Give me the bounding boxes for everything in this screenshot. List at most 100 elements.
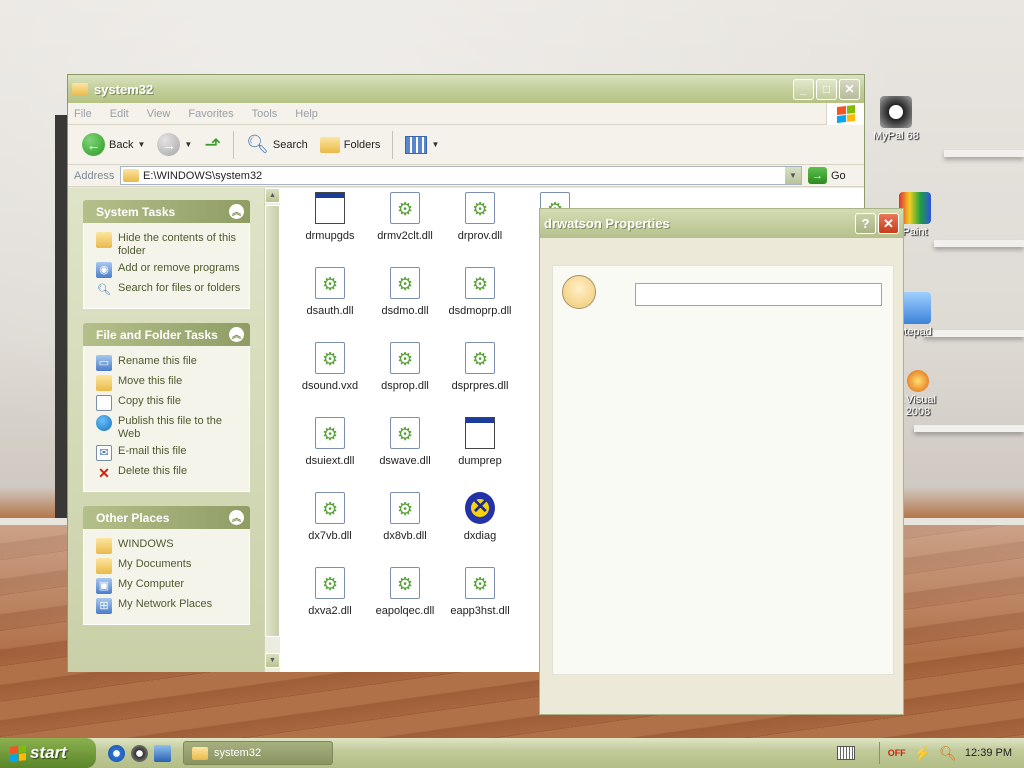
- file-item[interactable]: drmupgds: [292, 192, 368, 242]
- file-label: eapp3hst.dll: [450, 605, 510, 617]
- task-hide-contents[interactable]: Hide the contents of this folder: [96, 232, 245, 258]
- menu-edit[interactable]: Edit: [110, 108, 129, 120]
- file-item[interactable]: dsprpres.dll: [442, 342, 518, 392]
- folders-button[interactable]: Folders: [316, 129, 385, 161]
- chevron-down-icon[interactable]: ▼: [137, 140, 145, 149]
- keyboard-icon[interactable]: [836, 746, 855, 760]
- file-folder-tasks-header[interactable]: File and Folder Tasks ︽: [83, 323, 250, 346]
- file-label: eapolqec.dll: [375, 605, 435, 617]
- file-item[interactable]: dsauth.dll: [292, 267, 368, 317]
- search-button[interactable]: 🔍︎ Search: [242, 129, 312, 161]
- scroll-down-icon[interactable]: ▼: [265, 653, 280, 668]
- menu-favorites[interactable]: Favorites: [188, 108, 233, 120]
- up-button[interactable]: ⬏: [200, 129, 225, 161]
- desktop-icon-mypal[interactable]: MyPal 68: [860, 96, 932, 142]
- task-email-file[interactable]: ✉ E-mail this file: [96, 445, 245, 461]
- task-add-remove-programs[interactable]: ◉ Add or remove programs: [96, 262, 245, 278]
- file-label: dxdiag: [463, 530, 497, 542]
- chevron-down-icon[interactable]: ▼: [785, 167, 801, 184]
- toolbar-separator: [233, 130, 235, 159]
- file-item[interactable]: drprov.dll: [442, 192, 518, 242]
- back-button[interactable]: ← Back ▼: [78, 129, 149, 161]
- system-tasks-header[interactable]: System Tasks ︽: [83, 200, 250, 223]
- dialog-title-bar[interactable]: drwatson Properties ? ✕: [540, 209, 903, 238]
- file-item[interactable]: dsdmo.dll: [367, 267, 443, 317]
- other-places-header[interactable]: Other Places ︽: [83, 506, 250, 529]
- mypal-icon[interactable]: [131, 744, 148, 762]
- menu-tools[interactable]: Tools: [252, 108, 278, 120]
- desktop-icon-label: Paint: [902, 226, 928, 238]
- file-item[interactable]: dx8vb.dll: [367, 492, 443, 542]
- place-windows[interactable]: WINDOWS: [96, 538, 245, 554]
- task-publish-web[interactable]: Publish this file to the Web: [96, 415, 245, 441]
- file-item[interactable]: dsdmoprp.dll: [442, 267, 518, 317]
- task-delete-file[interactable]: ✕ Delete this file: [96, 465, 245, 481]
- folder-icon: [123, 169, 139, 182]
- desktop-icon-label: MyPal 68: [873, 130, 919, 142]
- search-tray-icon[interactable]: 🔍︎: [939, 745, 957, 762]
- mypal-icon: [880, 96, 912, 128]
- file-item[interactable]: dxva2.dll: [292, 567, 368, 617]
- address-input[interactable]: E:\WINDOWS\system32 ▼: [120, 166, 802, 185]
- place-label: WINDOWS: [118, 538, 174, 550]
- collapse-chevron-icon[interactable]: ︽: [229, 327, 244, 342]
- menu-help[interactable]: Help: [295, 108, 318, 120]
- task-rename-file[interactable]: ▭ Rename this file: [96, 355, 245, 371]
- start-button[interactable]: start: [0, 738, 96, 768]
- task-pane-scrollbar[interactable]: ▲ ▼: [264, 188, 280, 672]
- dll-file-icon: [315, 267, 345, 299]
- tray-divider: [878, 742, 880, 764]
- visual-studio-icon: [907, 370, 929, 392]
- place-my-network[interactable]: ⊞ My Network Places: [96, 598, 245, 614]
- folders-label: Folders: [343, 138, 381, 151]
- task-search-files[interactable]: 🔍︎ Search for files or folders: [96, 282, 245, 298]
- go-button[interactable]: → Go: [808, 167, 846, 184]
- tray-off-indicator[interactable]: OFF: [888, 748, 906, 758]
- task-label: Hide the contents of this folder: [118, 232, 237, 257]
- address-label: Address: [74, 169, 115, 182]
- help-button[interactable]: ?: [855, 213, 876, 234]
- place-label: My Network Places: [118, 598, 213, 610]
- collapse-chevron-icon[interactable]: ︽: [229, 510, 244, 525]
- file-item[interactable]: dswave.dll: [367, 417, 443, 467]
- file-item[interactable]: dsound.vxd: [292, 342, 368, 392]
- maximize-button[interactable]: □: [816, 78, 837, 100]
- task-label: Rename this file: [118, 355, 197, 367]
- file-item[interactable]: dsuiext.dll: [292, 417, 368, 467]
- menu-file[interactable]: File: [74, 108, 92, 120]
- scroll-thumb[interactable]: [265, 205, 280, 637]
- task-move-file[interactable]: Move this file: [96, 375, 245, 391]
- forward-button[interactable]: → ▼: [153, 129, 196, 161]
- file-item[interactable]: eapolqec.dll: [367, 567, 443, 617]
- file-name-field[interactable]: [635, 283, 882, 306]
- views-button[interactable]: ▼: [401, 129, 443, 161]
- title-bar[interactable]: system32 _ □ ✕: [68, 75, 864, 103]
- show-desktop-icon[interactable]: [154, 744, 171, 762]
- scroll-up-icon[interactable]: ▲: [265, 188, 280, 203]
- network-icon[interactable]: ⚡: [914, 745, 931, 762]
- place-my-documents[interactable]: My Documents: [96, 558, 245, 574]
- taskbar-item-system32[interactable]: system32: [183, 741, 333, 765]
- dialog-close-button[interactable]: ✕: [878, 213, 899, 234]
- file-item[interactable]: dxdiag: [442, 492, 518, 542]
- file-item[interactable]: dx7vb.dll: [292, 492, 368, 542]
- properties-dialog: drwatson Properties ? ✕: [539, 208, 904, 715]
- file-label: dswave.dll: [379, 455, 431, 467]
- collapse-chevron-icon[interactable]: ︽: [229, 204, 244, 219]
- internet-explorer-icon[interactable]: [108, 744, 125, 762]
- address-value: E:\WINDOWS\system32: [143, 169, 263, 182]
- file-item[interactable]: drmv2clt.dll: [367, 192, 443, 242]
- menu-view[interactable]: View: [147, 108, 171, 120]
- chevron-down-icon[interactable]: ▼: [184, 140, 192, 149]
- place-my-computer[interactable]: ▣ My Computer: [96, 578, 245, 594]
- file-item[interactable]: eapp3hst.dll: [442, 567, 518, 617]
- dll-file-icon: [390, 567, 420, 599]
- clock: 12:39 PM: [964, 747, 1012, 759]
- minimize-button[interactable]: _: [793, 78, 814, 100]
- close-button[interactable]: ✕: [839, 78, 860, 100]
- chevron-down-icon[interactable]: ▼: [431, 140, 439, 149]
- file-label: dx8vb.dll: [383, 530, 427, 542]
- file-item[interactable]: dsprop.dll: [367, 342, 443, 392]
- task-copy-file[interactable]: Copy this file: [96, 395, 245, 411]
- file-item[interactable]: dumprep: [442, 417, 518, 467]
